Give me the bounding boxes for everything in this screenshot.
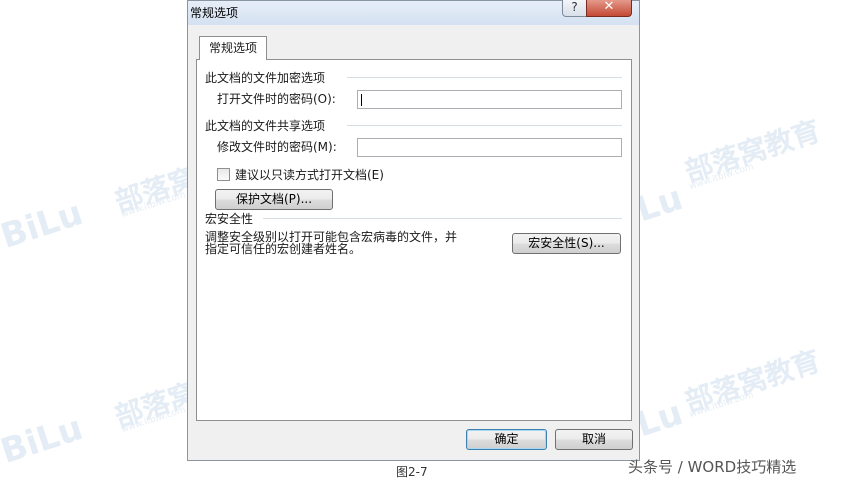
- section-divider: [347, 125, 622, 126]
- section-divider: [263, 218, 622, 219]
- encryption-section-title: 此文档的文件加密选项: [205, 71, 326, 85]
- watermark-logo: BiLu: [0, 408, 88, 472]
- help-icon: ?: [571, 0, 578, 14]
- protect-document-button[interactable]: 保护文档(P)...: [215, 189, 333, 210]
- help-button[interactable]: ?: [562, 0, 587, 17]
- close-icon: ✕: [603, 0, 615, 14]
- text-caret: [361, 94, 362, 106]
- general-options-dialog: 常规选项 ? ✕ 常规选项 此文档的文件加密选项 打开文件时的密码(O): 此文…: [187, 0, 640, 461]
- tab-panel: 此文档的文件加密选项 打开文件时的密码(O): 此文档的文件共享选项 修改文件时…: [196, 59, 632, 421]
- open-password-label: 打开文件时的密码(O):: [217, 92, 336, 106]
- watermark-logo: BiLu: [0, 193, 88, 257]
- macro-description-line2: 指定可信任的宏创建者姓名。: [205, 242, 362, 256]
- read-only-checkbox[interactable]: [217, 168, 230, 181]
- macro-security-button[interactable]: 宏安全性(S)...: [512, 233, 621, 254]
- section-divider: [347, 77, 622, 78]
- read-only-label[interactable]: 建议以只读方式打开文档(E): [235, 166, 384, 183]
- figure-caption: 图2-7: [396, 465, 428, 479]
- modify-password-input[interactable]: [357, 138, 622, 157]
- dialog-title: 常规选项: [190, 6, 239, 20]
- cancel-button[interactable]: 取消: [555, 429, 633, 450]
- macro-section-title: 宏安全性: [205, 212, 254, 226]
- modify-password-label: 修改文件时的密码(M):: [217, 140, 337, 154]
- close-button[interactable]: ✕: [586, 0, 632, 17]
- sharing-section-title: 此文档的文件共享选项: [205, 119, 326, 133]
- tab-general-options[interactable]: 常规选项: [199, 36, 267, 60]
- ok-button[interactable]: 确定: [466, 429, 547, 450]
- open-password-input[interactable]: [357, 90, 622, 109]
- title-bar[interactable]: 常规选项 ? ✕: [188, 0, 639, 25]
- source-credit: 头条号 / WORD技巧精选: [628, 458, 797, 476]
